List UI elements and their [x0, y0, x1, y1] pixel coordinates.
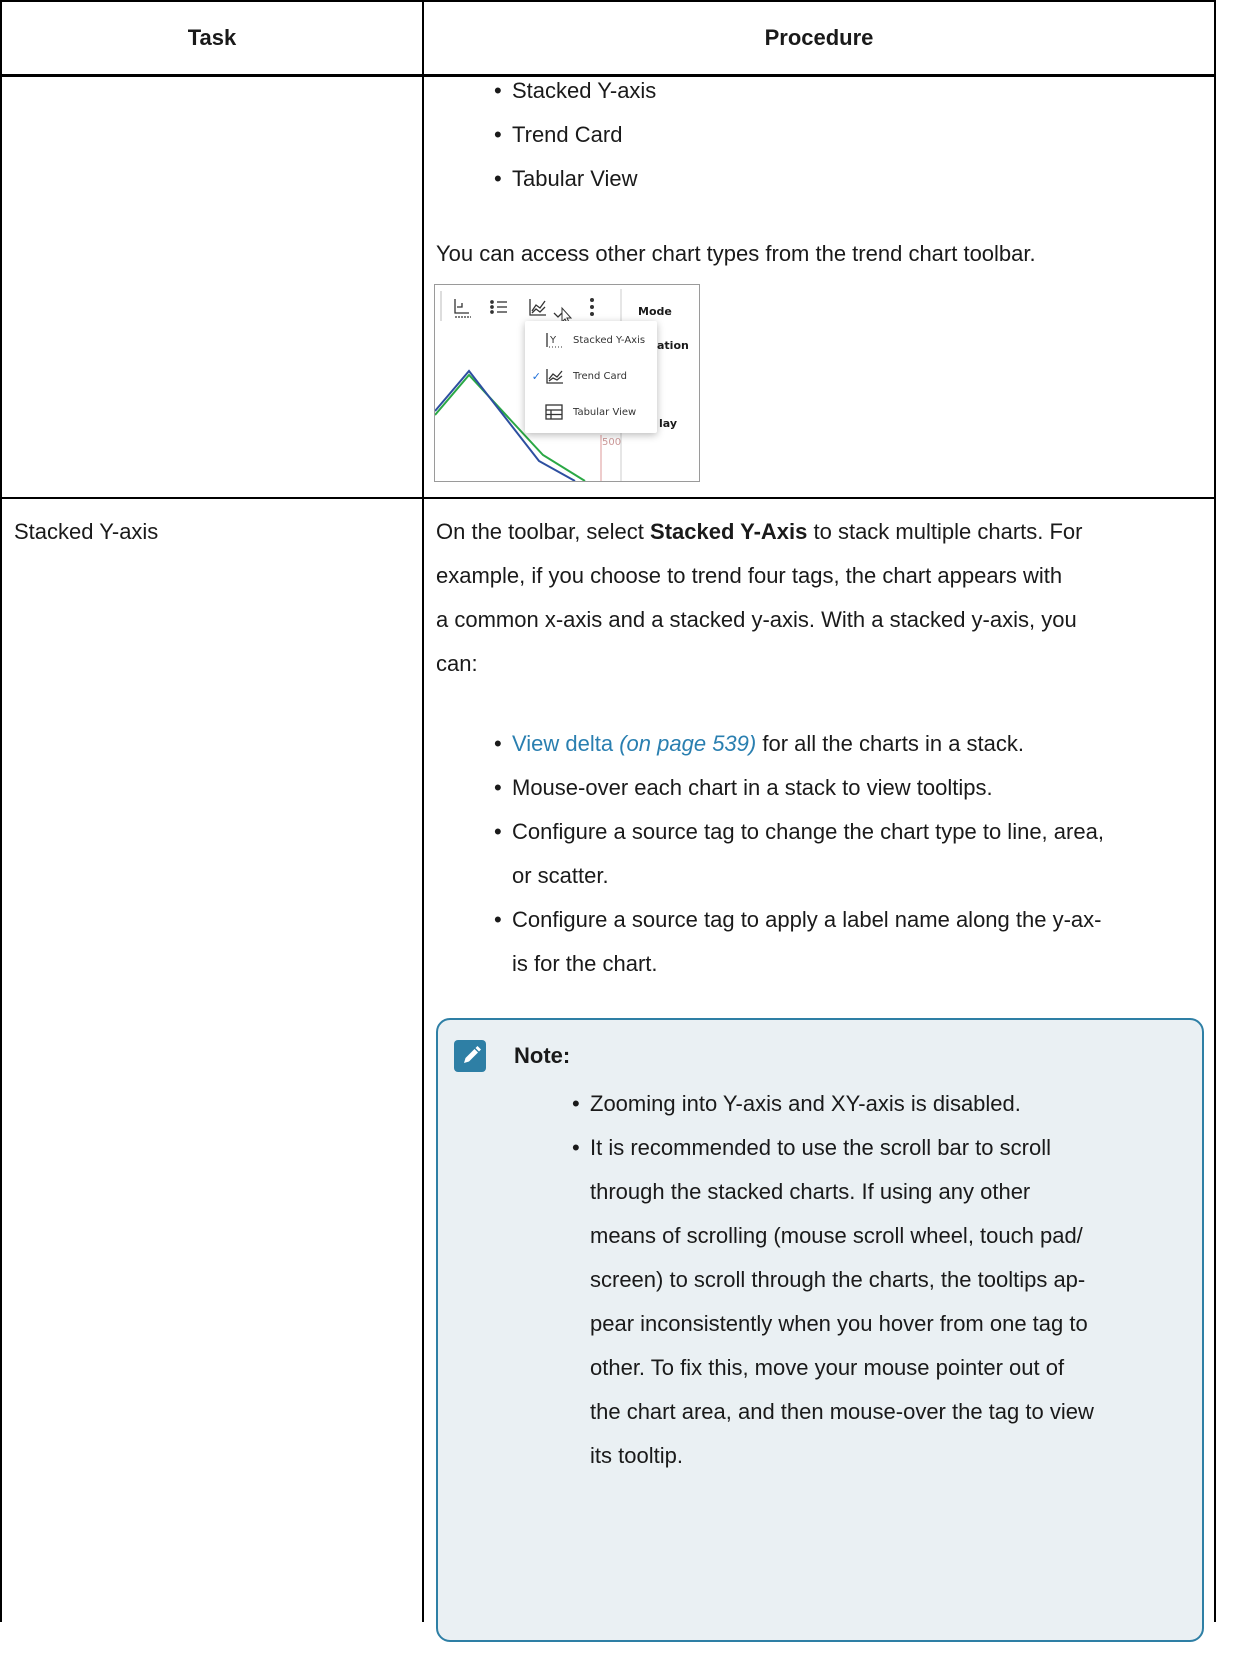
list-item: Configure a source tag to apply a label … — [494, 898, 1206, 986]
table-border-left — [0, 0, 2, 1622]
menu-item-label: Tabular View — [573, 406, 637, 418]
axis-label-500: 500 — [602, 437, 622, 448]
tabular-view-icon — [541, 403, 567, 421]
list-icon — [490, 300, 507, 314]
header-procedure: Procedure — [764, 25, 874, 50]
note-title: Note: — [514, 1043, 571, 1068]
side-label-lay: lay — [659, 417, 678, 430]
access-text: You can access other chart types from th… — [436, 241, 1036, 266]
list-item: Mouse-over each chart in a stack to view… — [494, 766, 1206, 810]
list-item: Stacked Y-axis — [494, 69, 656, 113]
trend-icon — [529, 299, 546, 316]
toolbar-screenshot: Mode ation lay 500 Y Stacked Y-Axis ✓ Tr… — [434, 284, 700, 482]
note-pencil-icon — [454, 1040, 486, 1072]
intro-line-3: a common x-axis and a stacked y-axis. Wi… — [436, 607, 1077, 632]
note-box: Note: Zooming into Y-axis and XY-axis is… — [436, 1018, 1204, 1642]
view-delta-link[interactable]: View delta (on page 539) — [512, 731, 756, 756]
checkmark-icon: ✓ — [531, 369, 541, 383]
menu-item-stacked-y-axis[interactable]: Y Stacked Y-Axis — [525, 323, 657, 357]
table-border-right — [1214, 0, 1216, 1622]
intro-line-4: can: — [436, 651, 478, 676]
menu-item-trend-card[interactable]: ✓ Trend Card — [525, 359, 657, 393]
list-item: Zooming into Y-axis and XY-axis is disab… — [572, 1082, 1192, 1126]
list-item: Tabular View — [494, 157, 656, 201]
list-item: Configure a source tag to change the cha… — [494, 810, 1206, 898]
list-item: View delta (on page 539) for all the cha… — [494, 722, 1206, 766]
stacked-capabilities-list: View delta (on page 539) for all the cha… — [494, 722, 1206, 986]
stacked-y-axis-icon: Y — [541, 331, 567, 349]
side-label-ation: ation — [657, 339, 689, 352]
stacked-intro: On the toolbar, select Stacked Y-Axis to… — [436, 510, 1206, 686]
list-item: Trend Card — [494, 113, 656, 157]
svg-text:Y: Y — [549, 335, 557, 346]
dropdown-chevron-icon — [553, 312, 563, 318]
trend-card-icon — [541, 367, 567, 385]
menu-item-tabular-view[interactable]: Tabular View — [525, 395, 657, 429]
chart-type-menu: Y Stacked Y-Axis ✓ Trend Card Tabular Vi… — [525, 321, 657, 433]
more-vertical-icon — [590, 298, 594, 316]
menu-item-label: Stacked Y-Axis — [573, 334, 646, 346]
procedure-table: Task Procedure Stacked Y-axis Trend Card… — [0, 0, 1216, 1660]
header-task: Task — [187, 25, 237, 50]
side-label-mode: Mode — [638, 305, 672, 318]
chart-type-list: Stacked Y-axis Trend Card Tabular View — [494, 69, 656, 201]
stacked-y-axis-bold: Stacked Y-Axis — [650, 519, 808, 544]
intro-line-2: example, if you choose to trend four tag… — [436, 563, 1063, 588]
menu-item-label: Trend Card — [573, 370, 627, 382]
note-list: Zooming into Y-axis and XY-axis is disab… — [572, 1082, 1192, 1478]
task-stacked-y-axis: Stacked Y-axis — [14, 519, 159, 544]
line-chart-icon — [454, 299, 471, 318]
list-item: It is recommended to use the scroll bar … — [572, 1126, 1192, 1478]
intro-line-1: On the toolbar, select Stacked Y-Axis to… — [436, 519, 1083, 544]
row-divider — [0, 497, 1216, 499]
column-divider — [422, 0, 424, 1622]
